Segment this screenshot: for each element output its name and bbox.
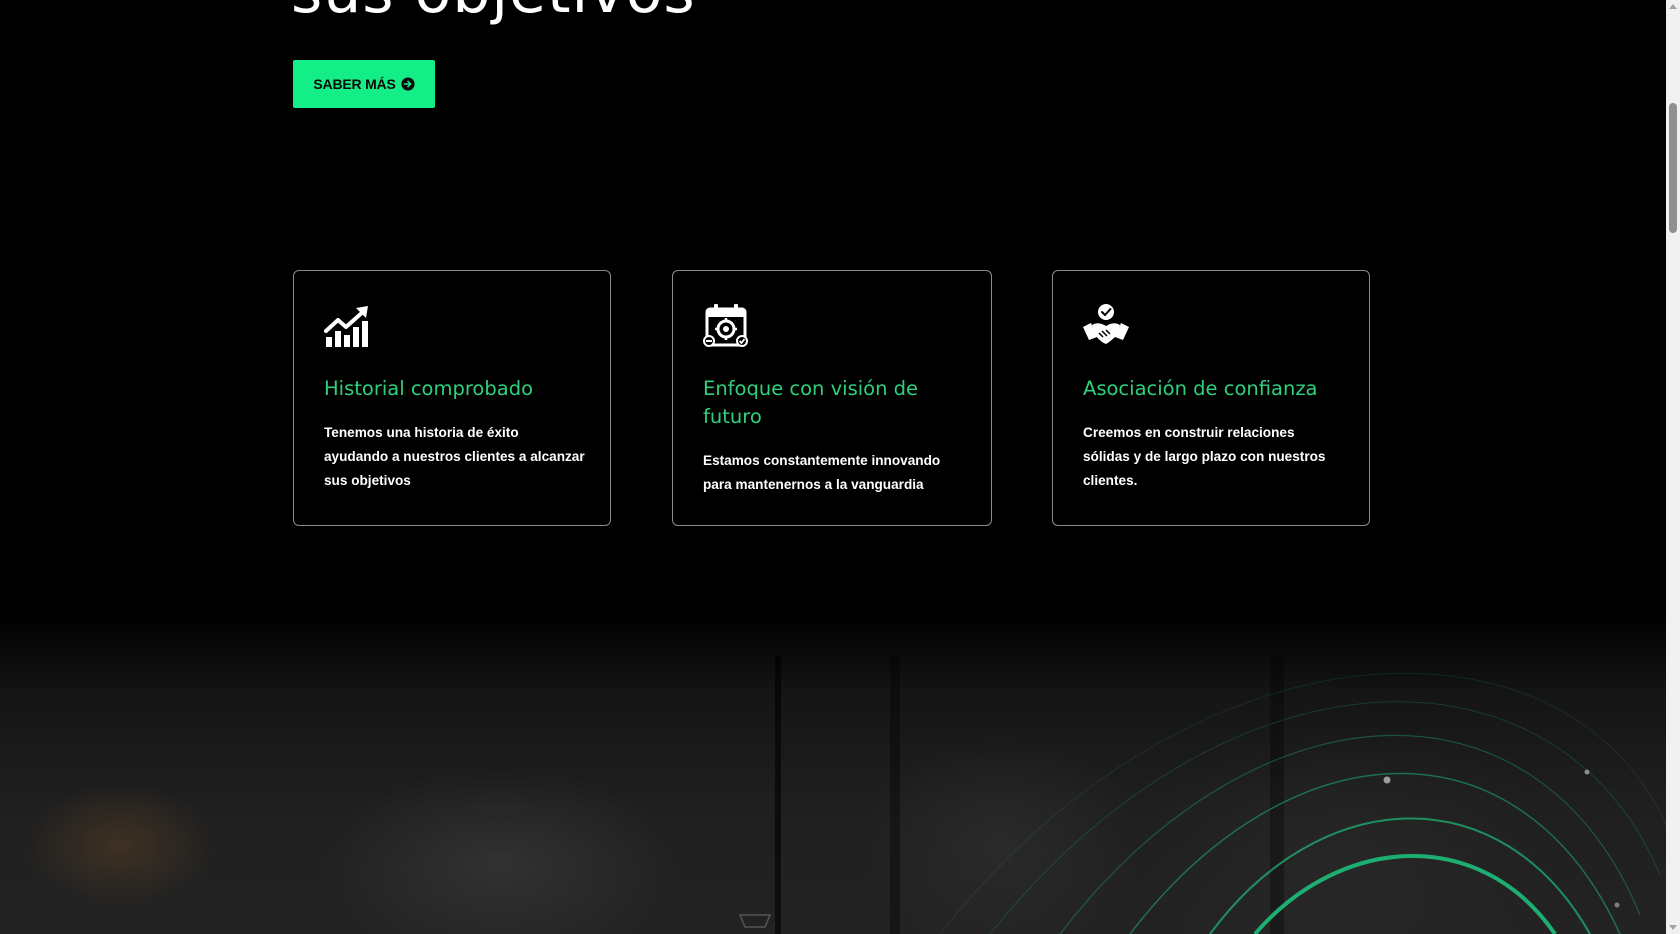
feature-title: Historial comprobado [324, 377, 533, 400]
calendar-gear-icon [703, 304, 748, 347]
feature-card-enfoque: Enfoque con visión de futuro Estamos con… [672, 270, 992, 526]
feature-title: Asociación de confianza [1083, 377, 1318, 400]
saber-mas-label: SABER MÁS [313, 76, 396, 92]
hero-heading: sus objetivos [291, 0, 696, 22]
arrow-circle-right-icon [401, 77, 415, 91]
feature-text: Creemos en construir relaciones sólidas … [1083, 425, 1326, 488]
feature-title: Enfoque con visión de futuro [703, 377, 919, 428]
scroll-down-icon[interactable] [1669, 925, 1677, 930]
chart-growth-icon [324, 306, 368, 347]
page-scrollbar[interactable] [1666, 0, 1680, 934]
background-image-section [0, 615, 1666, 934]
scroll-up-icon[interactable] [1669, 4, 1677, 9]
handshake-check-icon [1083, 304, 1129, 344]
feature-text: Tenemos una historia de éxito ayudando a… [324, 425, 585, 488]
feature-text: Estamos constantemente innovando para ma… [703, 453, 941, 492]
decorative-arcs [738, 672, 1666, 934]
saber-mas-button[interactable]: SABER MÁS [293, 60, 435, 108]
feature-card-asociacion: Asociación de confianza Creemos en const… [1052, 270, 1370, 526]
page: sus objetivos SABER MÁS Historial compro… [0, 0, 1680, 934]
scrollbar-thumb[interactable] [1669, 103, 1677, 233]
feature-card-historial: Historial comprobado Tenemos una histori… [293, 270, 611, 526]
